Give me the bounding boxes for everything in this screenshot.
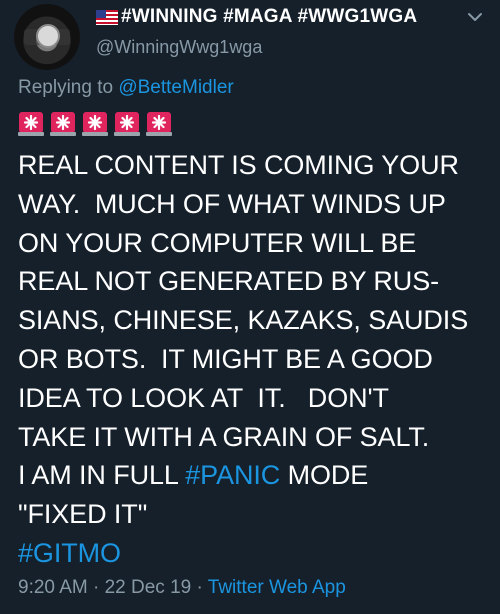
tweet-body-line: SIANS, CHINESE, KAZAKS, SAUDIS (18, 305, 469, 336)
rotating-light-icon (146, 112, 172, 136)
source-app-link[interactable]: Twitter Web App (208, 577, 346, 598)
replying-to: Replying to @BetteMidler (18, 77, 234, 99)
panic-suffix: MODE (280, 460, 369, 491)
tweet-body-line: ON YOUR COMPUTER WILL BE (18, 227, 417, 258)
avatar[interactable] (14, 4, 80, 70)
siren-emoji-row (18, 110, 172, 136)
tweet-body-line: OR BOTS. IT MIGHT BE A GOOD (18, 343, 433, 374)
meta-separator: · (87, 577, 105, 598)
rotating-light-icon (50, 112, 76, 136)
tweet-body-line: REAL NOT GENERATED BY RUS- (18, 266, 439, 297)
hashtag-panic[interactable]: #PANIC (185, 460, 280, 490)
rotating-light-icon (114, 112, 140, 136)
panic-prefix: I AM IN FULL (18, 460, 186, 491)
display-name-text: #WINNING #MAGA #WWG1WGA (121, 6, 418, 27)
rotating-light-icon (18, 112, 44, 136)
tweet-body: REAL CONTENT IS COMING YOUR WAY. MUCH OF… (18, 146, 494, 573)
us-flag-icon (96, 9, 118, 25)
tweet-time[interactable]: 9:20 AM (18, 577, 88, 598)
chevron-down-icon[interactable] (466, 8, 484, 26)
rotating-light-icon (82, 112, 108, 136)
reply-mention-link[interactable]: @BetteMidler (118, 77, 233, 98)
display-name[interactable]: #WINNING #MAGA #WWG1WGA (96, 6, 417, 28)
meta-separator: · (191, 577, 208, 598)
tweet-body-line: IDEA TO LOOK AT IT. DON'T (18, 382, 389, 413)
user-handle[interactable]: @WinningWwg1wga (96, 37, 262, 58)
tweet-date[interactable]: 22 Dec 19 (105, 577, 192, 598)
hashtag-gitmo[interactable]: #GITMO (18, 538, 121, 568)
tweet-meta: 9:20 AM · 22 Dec 19 · Twitter Web App (18, 577, 346, 599)
replying-prefix: Replying to (18, 77, 119, 98)
tweet[interactable]: #WINNING #MAGA #WWG1WGA @WinningWwg1wga … (0, 0, 500, 614)
watch-face (36, 24, 60, 48)
tweet-body-line: REAL CONTENT IS COMING YOUR (18, 150, 459, 180)
tweet-body-line: TAKE IT WITH A GRAIN OF SALT. (18, 421, 430, 452)
tweet-body-line: WAY. MUCH OF WHAT WINDS UP (18, 188, 446, 219)
fixed-it-line: "FIXED IT" (18, 499, 148, 530)
